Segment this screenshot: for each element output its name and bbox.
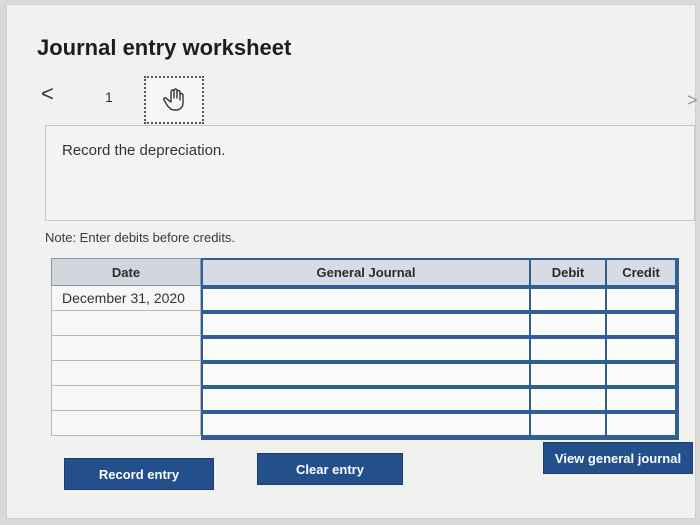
entry-grid: General Journal Debit Credit [201, 258, 679, 440]
date-cell[interactable] [51, 386, 201, 411]
date-cell[interactable]: December 31, 2020 [51, 286, 201, 311]
account-input[interactable] [203, 389, 529, 410]
credit-input[interactable] [607, 389, 675, 410]
credit-input[interactable] [607, 414, 675, 435]
debit-input[interactable] [531, 389, 605, 410]
table-row [203, 364, 677, 385]
account-input[interactable] [203, 314, 529, 335]
debit-input[interactable] [531, 364, 605, 385]
table-row [203, 289, 677, 310]
account-input[interactable] [203, 339, 529, 360]
date-cell[interactable] [51, 336, 201, 361]
debit-input[interactable] [531, 289, 605, 310]
table-row [203, 339, 677, 360]
credit-input[interactable] [607, 289, 675, 310]
debit-input[interactable] [531, 414, 605, 435]
table-row [203, 314, 677, 335]
view-general-journal-button[interactable]: View general journal [543, 442, 693, 474]
table-row [203, 414, 677, 435]
note-text: Note: Enter debits before credits. [45, 230, 236, 245]
entry-number: 1 [105, 89, 113, 105]
previous-entry-chevron-icon[interactable]: < [41, 83, 54, 105]
debit-header: Debit [531, 260, 605, 285]
credit-input[interactable] [607, 339, 675, 360]
account-input[interactable] [203, 414, 529, 435]
date-column: Date December 31, 2020 [51, 258, 201, 436]
account-input[interactable] [203, 289, 529, 310]
general-journal-header: General Journal [203, 260, 529, 285]
date-header: Date [51, 258, 201, 286]
date-cell[interactable] [51, 411, 201, 436]
credit-header: Credit [607, 260, 675, 285]
instruction-box: Record the depreciation. [45, 125, 695, 221]
credit-input[interactable] [607, 314, 675, 335]
credit-input[interactable] [607, 364, 675, 385]
record-entry-button[interactable]: Record entry [64, 458, 214, 490]
debit-input[interactable] [531, 314, 605, 335]
page-title: Journal entry worksheet [37, 35, 292, 60]
hand-pointer-icon [163, 88, 184, 111]
instruction-text: Record the depreciation. [62, 142, 226, 159]
hand-pointer-button[interactable] [144, 76, 204, 124]
table-row [203, 389, 677, 410]
clear-entry-button[interactable]: Clear entry [257, 453, 403, 485]
date-cell[interactable] [51, 311, 201, 336]
date-cell[interactable] [51, 361, 201, 386]
debit-input[interactable] [531, 339, 605, 360]
journal-table: Date December 31, 2020 General Journal D… [51, 258, 681, 440]
next-entry-chevron-icon[interactable]: > [687, 91, 698, 109]
journal-worksheet-panel: Journal entry worksheet < 1 > Record the… [6, 4, 698, 519]
grid-header-row: General Journal Debit Credit [203, 260, 677, 285]
account-input[interactable] [203, 364, 529, 385]
